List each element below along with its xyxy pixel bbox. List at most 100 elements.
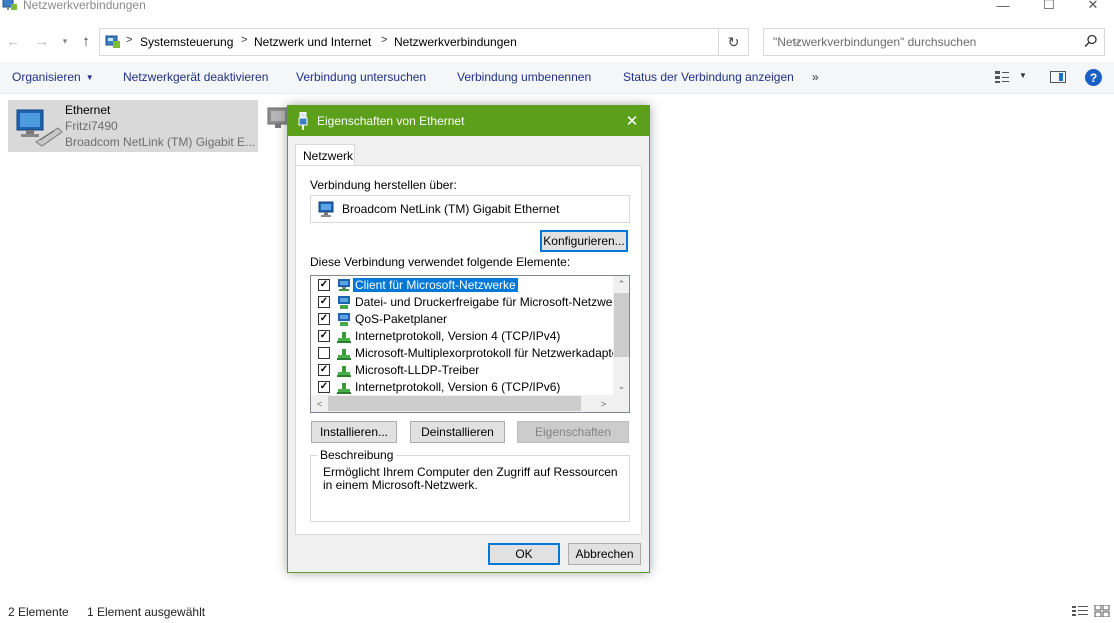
rename-connection-button[interactable]: Verbindung umbenennen xyxy=(457,70,591,84)
description-text: Ermöglicht Ihrem Computer den Zugriff au… xyxy=(323,465,618,492)
network-service-icon xyxy=(338,313,350,326)
triangle-down-icon: ▼ xyxy=(85,73,94,82)
list-item[interactable]: ✓ Internetprotokoll, Version 6 (TCP/IPv6… xyxy=(311,379,611,396)
element-checkbox[interactable]: ✓ xyxy=(318,296,330,308)
element-label: Internetprotokoll, Version 6 (TCP/IPv6) xyxy=(355,380,561,394)
organize-menu[interactable]: Organisieren ▼ xyxy=(12,70,94,84)
change-view-icon[interactable] xyxy=(994,70,1010,84)
diagnose-connection-button[interactable]: Verbindung untersuchen xyxy=(296,70,426,84)
scroll-up-icon[interactable]: ⌃ xyxy=(613,276,629,293)
list-item[interactable]: Microsoft-Multiplexorprotokoll für Netzw… xyxy=(311,345,622,362)
dialog-close-button[interactable]: ✕ xyxy=(620,111,644,131)
deactivate-device-button[interactable]: Netzwerkgerät deaktivieren xyxy=(123,70,268,84)
configure-button[interactable]: Konfigurieren... xyxy=(540,230,628,252)
element-checkbox[interactable]: ✓ xyxy=(318,279,330,291)
help-icon[interactable]: ? xyxy=(1085,69,1102,86)
elements-list[interactable]: ✓ Client für Microsoft-Netzwerke ✓ Datei… xyxy=(310,275,630,413)
element-label: Client für Microsoft-Netzwerke xyxy=(352,277,519,293)
cancel-button[interactable]: Abbrechen xyxy=(568,543,641,565)
details-view-icon[interactable] xyxy=(1072,605,1088,617)
network-tab-panel: Verbindung herstellen über: Broadcom Net… xyxy=(295,165,642,535)
element-checkbox[interactable]: ✓ xyxy=(318,364,330,376)
window-title: Netzwerkverbindungen xyxy=(23,0,146,12)
elements-label: Diese Verbindung verwendet folgende Elem… xyxy=(310,255,571,269)
forward-button[interactable]: → xyxy=(32,30,52,52)
element-label: Datei- und Druckerfreigabe für Microsoft… xyxy=(355,295,630,309)
refresh-icon: ↻ xyxy=(727,33,740,50)
status-selection: 1 Element ausgewählt xyxy=(87,605,206,619)
list-item[interactable]: ✓ Datei- und Druckerfreigabe für Microso… xyxy=(311,294,629,311)
adapter-name: Broadcom NetLink (TM) Gigabit Ethernet xyxy=(342,202,560,216)
adapter-field: Broadcom NetLink (TM) Gigabit Ethernet xyxy=(310,195,630,223)
connection-item-ethernet[interactable]: Ethernet Fritzi7490 Broadcom NetLink (TM… xyxy=(8,100,258,152)
up-button[interactable]: ↑ xyxy=(76,30,96,52)
horizontal-scroll-thumb[interactable] xyxy=(328,396,581,411)
address-row: ← → ▾ ↑ > Systemsteuerung > Netzwerk und… xyxy=(0,26,1114,56)
list-item[interactable]: ✓ Microsoft-LLDP-Treiber xyxy=(311,362,611,379)
vertical-scroll-thumb[interactable] xyxy=(614,293,629,357)
control-panel-icon xyxy=(105,35,120,48)
command-bar: Organisieren ▼ Netzwerkgerät deaktivieren… xyxy=(0,62,1114,94)
chevron-down-icon: ▾ xyxy=(62,35,68,46)
list-item[interactable]: ✓ Client für Microsoft-Netzwerke xyxy=(311,277,611,294)
network-adapter-icon xyxy=(318,201,334,217)
network-service-icon xyxy=(338,296,350,309)
more-commands-button[interactable]: » xyxy=(812,70,819,84)
list-item[interactable]: ✓ Internetprotokoll, Version 4 (TCP/IPv4… xyxy=(311,328,611,345)
breadcrumb-netzwerk-und-internet[interactable]: Netzwerk und Internet xyxy=(254,35,371,49)
dialog-title-bar[interactable]: Eigenschaften von Ethernet ✕ xyxy=(288,106,649,136)
arrow-left-icon: ← xyxy=(6,33,20,49)
ethernet-plug-icon xyxy=(298,112,308,130)
arrow-right-icon: → xyxy=(35,33,49,49)
element-checkbox[interactable]: ✓ xyxy=(318,330,330,342)
recent-locations-button[interactable]: ▾ xyxy=(58,30,72,52)
uninstall-button[interactable]: Deinstallieren xyxy=(410,421,505,443)
horizontal-scrollbar[interactable]: < > xyxy=(311,395,613,412)
maximize-icon: ☐ xyxy=(1043,0,1055,12)
breadcrumb-systemsteuerung[interactable]: Systemsteuerung xyxy=(140,35,233,49)
scroll-right-icon[interactable]: > xyxy=(595,395,612,412)
connect-using-label: Verbindung herstellen über: xyxy=(310,178,457,192)
protocol-icon xyxy=(337,332,351,343)
network-connections-icon xyxy=(2,0,17,10)
dialog-title: Eigenschaften von Ethernet xyxy=(317,114,465,128)
description-group: Beschreibung Ermöglicht Ihrem Computer d… xyxy=(310,448,630,522)
preview-pane-icon[interactable] xyxy=(1050,71,1066,83)
element-checkbox[interactable] xyxy=(318,347,330,359)
properties-button: Eigenschaften xyxy=(517,421,629,443)
element-label: Microsoft-LLDP-Treiber xyxy=(355,363,480,377)
title-bar: Netzwerkverbindungen — ☐ ✕ xyxy=(0,0,1114,18)
element-checkbox[interactable]: ✓ xyxy=(318,381,330,393)
close-icon: ✕ xyxy=(1087,0,1099,12)
search-box[interactable] xyxy=(763,28,1105,56)
scroll-down-icon[interactable]: ⌄ xyxy=(613,378,629,395)
element-label: Internetprotokoll, Version 4 (TCP/IPv4) xyxy=(355,329,561,343)
maximize-button[interactable]: ☐ xyxy=(1026,0,1072,16)
arrow-up-icon: ↑ xyxy=(82,32,90,50)
close-window-button[interactable]: ✕ xyxy=(1070,0,1114,16)
element-checkbox[interactable]: ✓ xyxy=(318,313,330,325)
scroll-left-icon[interactable]: < xyxy=(311,395,328,412)
breadcrumb-separator-icon: > xyxy=(241,34,248,46)
large-icons-view-icon[interactable] xyxy=(1094,605,1110,617)
connection-network: Fritzi7490 xyxy=(65,119,118,133)
breadcrumb-separator-icon: > xyxy=(126,34,133,46)
back-button[interactable]: ← xyxy=(3,30,23,52)
view-status-button[interactable]: Status der Verbindung anzeigen xyxy=(623,70,794,84)
breadcrumb-separator-icon: > xyxy=(381,34,388,46)
breadcrumb-netzwerkverbindungen[interactable]: Netzwerkverbindungen xyxy=(394,35,517,49)
protocol-icon xyxy=(337,349,351,360)
view-options-chevron-icon[interactable]: ▼ xyxy=(1019,71,1027,80)
list-item[interactable]: ✓ QoS-Paketplaner xyxy=(311,311,611,328)
minimize-button[interactable]: — xyxy=(980,0,1026,16)
install-button[interactable]: Installieren... xyxy=(311,421,397,443)
search-icon xyxy=(1084,34,1097,48)
address-bar[interactable]: > Systemsteuerung > Netzwerk und Interne… xyxy=(99,28,800,56)
vertical-scrollbar[interactable]: ⌃ ⌄ xyxy=(613,276,629,395)
tab-netzwerk[interactable]: Netzwerk xyxy=(295,144,355,166)
scrollbar-corner xyxy=(613,395,629,412)
refresh-button[interactable]: ↻ xyxy=(719,28,749,56)
ok-button[interactable]: OK xyxy=(488,543,560,565)
search-input[interactable] xyxy=(773,34,1073,50)
status-item-count: 2 Elemente xyxy=(8,605,69,619)
